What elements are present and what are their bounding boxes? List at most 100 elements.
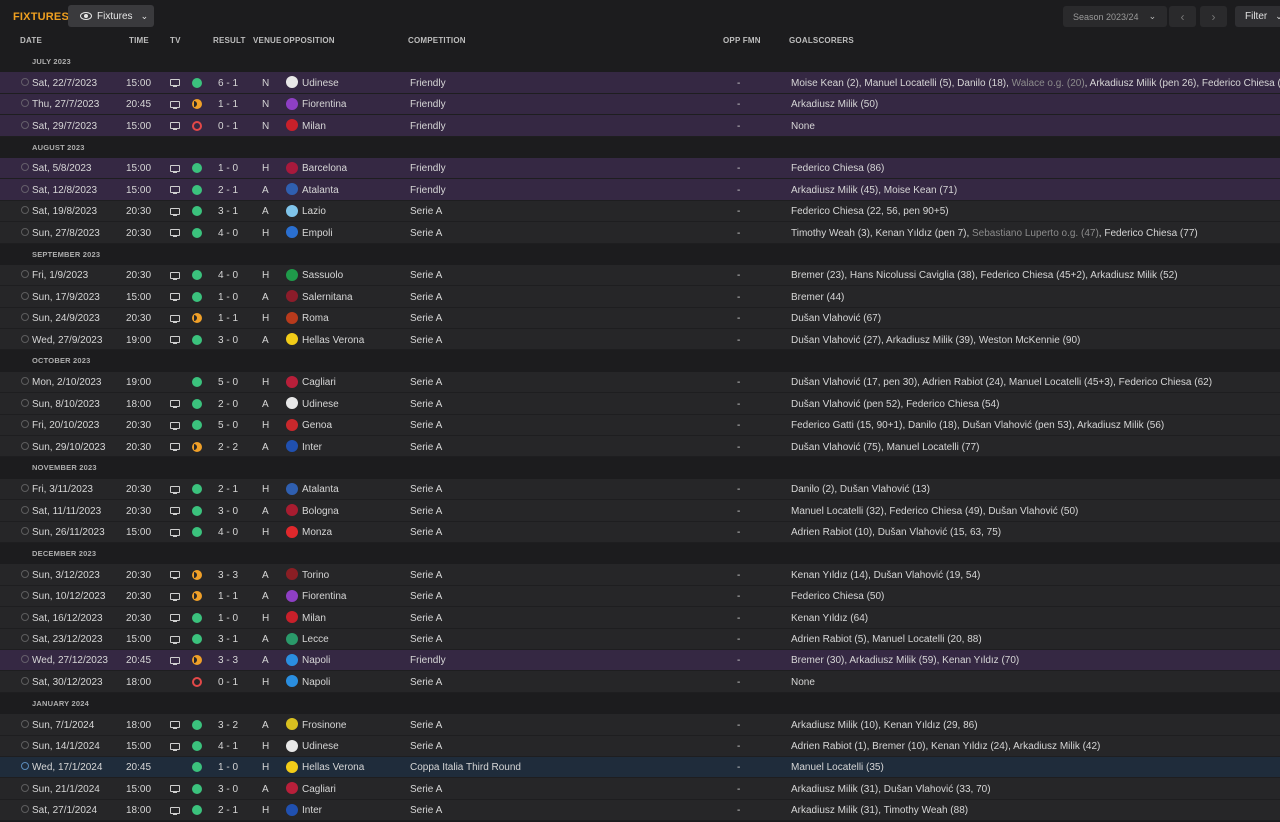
fixture-row[interactable]: Wed, 17/1/2024 20:45 1 - 0 H Hellas Verona Co… [0, 756, 1280, 779]
fixture-row[interactable]: Sun, 24/9/2023 20:30 1 - 1 H Roma Serie A - Duš… [0, 307, 1280, 330]
fixture-score[interactable]: 2 - 1 [218, 484, 238, 495]
fixture-opposition[interactable]: Genoa [302, 420, 332, 431]
fixture-row[interactable]: Sun, 7/1/2024 18:00 3 - 2 A Frosinone Serie A… [0, 714, 1280, 736]
col-result[interactable]: RESULT [213, 36, 246, 45]
fixture-score[interactable]: 2 - 1 [218, 805, 238, 816]
fixture-row[interactable]: Fri, 3/11/2023 20:30 2 - 1 H Atalanta Serie A… [0, 478, 1280, 501]
fixture-opposition[interactable]: Bologna [302, 506, 339, 517]
fixture-competition[interactable]: Serie A [410, 613, 442, 624]
fixture-competition[interactable]: Serie A [410, 206, 442, 217]
fixture-row[interactable]: Sat, 23/12/2023 15:00 3 - 1 A Lecce Serie A - A… [0, 628, 1280, 650]
fixture-competition[interactable]: Serie A [410, 420, 442, 431]
select-circle-icon[interactable] [21, 441, 29, 450]
fixture-row[interactable]: Sat, 19/8/2023 20:30 3 - 1 A Lazio Serie A - Fe… [0, 200, 1280, 223]
fixture-competition[interactable]: Friendly [410, 78, 446, 89]
col-goalscorers[interactable]: GOALSCORERS [789, 36, 854, 45]
fixture-row[interactable]: Sat, 30/12/2023 18:00 0 - 1 H Napoli Serie A -… [0, 671, 1280, 693]
fixture-score[interactable]: 3 - 0 [218, 506, 238, 517]
fixture-competition[interactable]: Serie A [410, 442, 442, 453]
fixture-score[interactable]: 0 - 1 [218, 677, 238, 688]
fixture-competition[interactable]: Serie A [410, 313, 442, 324]
select-circle-icon[interactable] [21, 527, 29, 536]
fixture-score[interactable]: 3 - 1 [218, 634, 238, 645]
fixture-opposition[interactable]: Hellas Verona [302, 335, 364, 346]
fixture-score[interactable]: 2 - 1 [218, 185, 238, 196]
fixture-competition[interactable]: Serie A [410, 527, 442, 538]
select-circle-icon[interactable] [21, 741, 29, 749]
col-opposition[interactable]: OPPOSITION [283, 36, 335, 45]
season-select[interactable]: Season 2023/24 ⌄ [1063, 6, 1167, 27]
fixture-score[interactable]: 1 - 0 [218, 292, 238, 303]
fixture-row[interactable]: Fri, 20/10/2023 20:30 5 - 0 H Genoa Serie A - F… [0, 414, 1280, 437]
fixture-competition[interactable]: Friendly [410, 185, 446, 196]
select-circle-icon[interactable] [21, 377, 29, 386]
select-circle-icon[interactable] [21, 676, 29, 685]
fixture-opposition[interactable]: Lecce [302, 634, 329, 645]
fixture-opposition[interactable]: Atalanta [302, 185, 339, 196]
fixture-opposition[interactable]: Cagliari [302, 784, 336, 795]
fixture-score[interactable]: 1 - 1 [218, 313, 238, 324]
fixture-row[interactable]: Thu, 27/7/2023 20:45 1 - 1 N Fiorentina Frien… [0, 93, 1280, 116]
fixture-score[interactable]: 1 - 0 [218, 762, 238, 773]
fixture-opposition[interactable]: Udinese [302, 399, 339, 410]
fixture-score[interactable]: 3 - 0 [218, 784, 238, 795]
fixture-row[interactable]: Sat, 22/7/2023 15:00 6 - 1 N Udinese Friendly… [0, 72, 1280, 94]
fixture-row[interactable]: Sun, 14/1/2024 15:00 4 - 1 H Udinese Serie A -… [0, 735, 1280, 757]
select-circle-icon[interactable] [21, 227, 29, 236]
fixture-competition[interactable]: Serie A [410, 484, 442, 495]
fixture-row[interactable]: Sun, 10/12/2023 20:30 1 - 1 A Fiorentina Seri… [0, 585, 1280, 608]
fixture-competition[interactable]: Serie A [410, 292, 442, 303]
fixture-opposition[interactable]: Napoli [302, 655, 330, 666]
fixture-opposition[interactable]: Lazio [302, 206, 326, 217]
select-circle-icon[interactable] [21, 184, 29, 193]
fixture-opposition[interactable]: Frosinone [302, 720, 346, 731]
fixture-row[interactable]: Sun, 29/10/2023 20:30 2 - 2 A Inter Serie A - D… [0, 436, 1280, 458]
fixture-row[interactable]: Sat, 29/7/2023 15:00 0 - 1 N Milan Friendly - N… [0, 115, 1280, 137]
fixture-score[interactable]: 5 - 0 [218, 420, 238, 431]
select-circle-icon[interactable] [21, 77, 29, 86]
select-circle-icon[interactable] [21, 591, 29, 600]
fixture-opposition[interactable]: Roma [302, 313, 329, 324]
fixture-score[interactable]: 1 - 1 [218, 591, 238, 602]
fixture-competition[interactable]: Serie A [410, 805, 442, 816]
fixture-competition[interactable]: Serie A [410, 270, 442, 281]
fixture-opposition[interactable]: Fiorentina [302, 591, 346, 602]
fixture-row[interactable]: Sun, 3/12/2023 20:30 3 - 3 A Torino Serie A - K… [0, 564, 1280, 586]
fixture-row[interactable]: Wed, 27/12/2023 20:45 3 - 3 A Napoli Friendly… [0, 649, 1280, 672]
fixture-row[interactable]: Sat, 12/8/2023 15:00 2 - 1 A Atalanta Friendl… [0, 179, 1280, 201]
fixture-competition[interactable]: Serie A [410, 741, 442, 752]
fixture-competition[interactable]: Serie A [410, 634, 442, 645]
fixture-competition[interactable]: Serie A [410, 720, 442, 731]
fixture-score[interactable]: 4 - 0 [218, 228, 238, 239]
col-opp-fmn[interactable]: OPP FMN [723, 36, 761, 45]
fixture-score[interactable]: 4 - 0 [218, 270, 238, 281]
fixture-opposition[interactable]: Milan [302, 121, 326, 132]
select-circle-icon[interactable] [21, 805, 29, 814]
fixture-competition[interactable]: Coppa Italia Third Round [410, 762, 521, 773]
fixture-score[interactable]: 1 - 0 [218, 163, 238, 174]
fixture-score[interactable]: 3 - 0 [218, 335, 238, 346]
fixture-competition[interactable]: Friendly [410, 99, 446, 110]
fixture-competition[interactable]: Friendly [410, 121, 446, 132]
fixture-opposition[interactable]: Torino [302, 570, 329, 581]
select-circle-icon[interactable] [21, 420, 29, 429]
fixture-row[interactable]: Sun, 21/1/2024 15:00 3 - 0 A Cagliari Serie A… [0, 778, 1280, 800]
fixture-row[interactable]: Sun, 26/11/2023 15:00 4 - 0 H Monza Serie A - A… [0, 521, 1280, 543]
fixture-opposition[interactable]: Empoli [302, 228, 333, 239]
fixture-score[interactable]: 2 - 2 [218, 442, 238, 453]
select-circle-icon[interactable] [21, 634, 29, 643]
fixture-opposition[interactable]: Sassuolo [302, 270, 343, 281]
fixture-row[interactable]: Sun, 8/10/2023 18:00 2 - 0 A Udinese Serie A -… [0, 393, 1280, 415]
fixture-competition[interactable]: Serie A [410, 591, 442, 602]
select-circle-icon[interactable] [21, 719, 29, 728]
fixture-row[interactable]: Sun, 27/8/2023 20:30 4 - 0 H Empoli Serie A - T… [0, 222, 1280, 244]
fixture-score[interactable]: 3 - 3 [218, 655, 238, 666]
fixture-opposition[interactable]: Napoli [302, 677, 330, 688]
fixture-competition[interactable]: Serie A [410, 228, 442, 239]
fixture-opposition[interactable]: Hellas Verona [302, 762, 364, 773]
fixture-opposition[interactable]: Salernitana [302, 292, 353, 303]
fixture-score[interactable]: 5 - 0 [218, 377, 238, 388]
fixture-score[interactable]: 3 - 3 [218, 570, 238, 581]
fixture-opposition[interactable]: Atalanta [302, 484, 339, 495]
select-circle-icon[interactable] [21, 569, 29, 578]
